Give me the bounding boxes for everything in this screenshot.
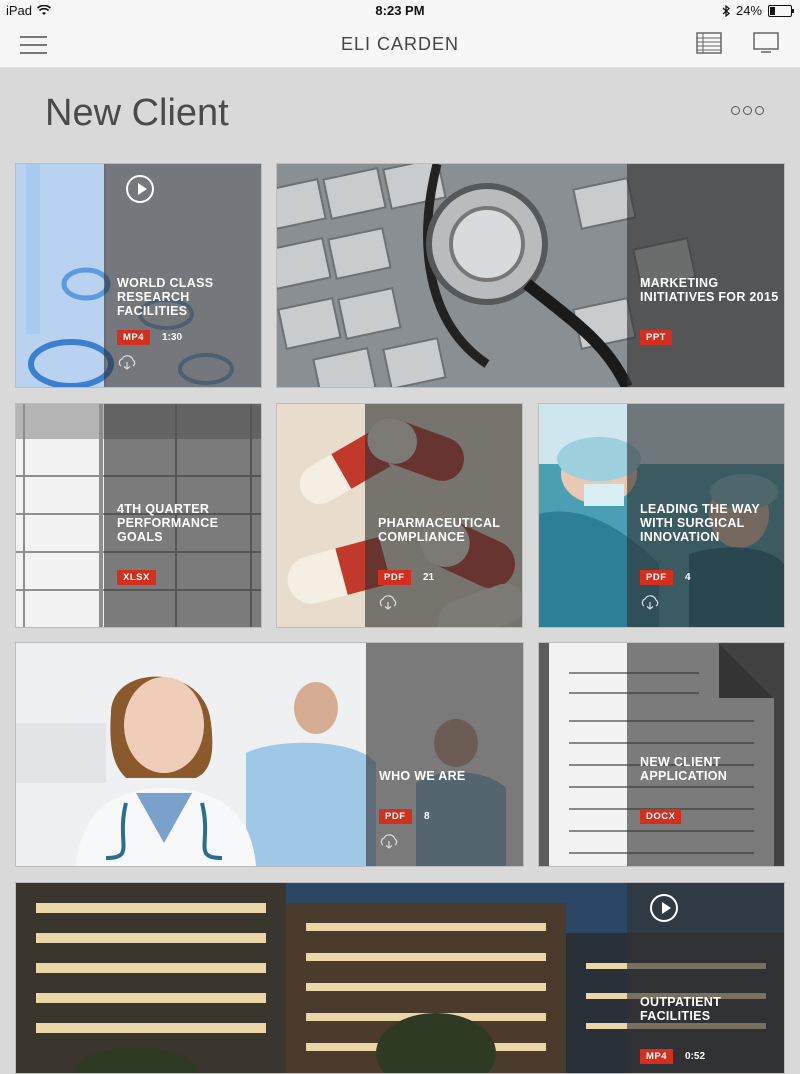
- status-time: 8:23 PM: [375, 3, 425, 18]
- file-type-badge: PDF: [379, 809, 412, 824]
- tile-new-client-application[interactable]: NEW CLIENT APPLICATION DOCX: [538, 642, 785, 867]
- tile-title: 4TH QUARTER: [117, 502, 210, 516]
- tile-title: PERFORMANCE: [117, 516, 219, 530]
- tile-marketing-initiatives[interactable]: MARKETING INITIATIVES FOR 2015 PPT: [276, 163, 785, 388]
- file-type-badge: MP4: [640, 1049, 674, 1064]
- cloud-download-icon[interactable]: [116, 354, 138, 370]
- tile-title: MARKETING: [640, 276, 719, 290]
- file-type-badge: PDF: [640, 570, 673, 585]
- tile-world-class-research[interactable]: WORLD CLASS RESEARCH FACILITIES MP4 1:30: [15, 163, 262, 388]
- page-title: New Client: [45, 92, 229, 134]
- file-type-badge: DOCX: [640, 809, 682, 824]
- tile-4th-quarter-goals[interactable]: 4TH QUARTER PERFORMANCE GOALS XLSX: [15, 403, 262, 628]
- tile-title: FACILITIES: [640, 1009, 711, 1023]
- page-count-label: 21: [423, 572, 435, 583]
- cloud-download-icon[interactable]: [377, 594, 399, 610]
- file-type-badge: PDF: [378, 570, 411, 585]
- tile-title: WORLD CLASS: [117, 276, 214, 290]
- tile-outpatient-facilities[interactable]: OUTPATIENT FACILITIES MP4 0:52: [15, 882, 785, 1074]
- tile-title: NEW CLIENT: [640, 755, 721, 769]
- cloud-download-icon[interactable]: [639, 594, 661, 610]
- tile-who-we-are[interactable]: WHO WE ARE PDF 8: [15, 642, 524, 867]
- tile-title: RESEARCH FACILITIES: [117, 290, 190, 318]
- page-count-label: 4: [685, 572, 691, 583]
- tile-title: LEADING THE WAY: [640, 502, 761, 516]
- tile-title: GOALS: [117, 530, 163, 544]
- status-bar: iPad 8:23 PM 24%: [0, 0, 800, 22]
- nav-title: ELI CARDEN: [340, 34, 460, 54]
- battery-icon: [768, 4, 794, 17]
- file-type-badge: PPT: [640, 330, 672, 345]
- tile-title: INNOVATION: [640, 530, 720, 544]
- play-icon[interactable]: [126, 175, 154, 203]
- page-count-label: 8: [424, 811, 430, 822]
- tile-title: COMPLIANCE: [378, 530, 466, 544]
- tile-title: WHO WE ARE: [379, 769, 466, 783]
- cloud-download-icon[interactable]: [378, 833, 400, 849]
- nav-bar: ELI CARDEN: [0, 22, 800, 68]
- bluetooth-icon: [722, 4, 730, 17]
- list-view-icon[interactable]: [696, 32, 722, 54]
- tile-surgical-innovation[interactable]: LEADING THE WAY WITH SURGICAL INNOVATION…: [538, 403, 785, 628]
- tile-title: PHARMACEUTICAL: [378, 516, 501, 530]
- file-type-badge: XLSX: [117, 570, 156, 585]
- monitor-icon[interactable]: [753, 32, 779, 54]
- more-options-icon[interactable]: [731, 106, 764, 115]
- play-icon[interactable]: [650, 894, 678, 922]
- battery-percent: 24%: [735, 3, 762, 18]
- tile-pharmaceutical-compliance[interactable]: PHARMACEUTICAL COMPLIANCE PDF 21: [276, 403, 523, 628]
- tile-title: OUTPATIENT: [640, 995, 722, 1009]
- tile-title: APPLICATION: [640, 769, 728, 783]
- file-type-badge: MP4: [117, 330, 151, 345]
- duration-label: 1:30: [162, 332, 183, 343]
- tile-title: WITH SURGICAL: [640, 516, 745, 530]
- duration-label: 0:52: [685, 1051, 706, 1062]
- tile-title: INITIATIVES FOR 2015: [640, 290, 779, 304]
